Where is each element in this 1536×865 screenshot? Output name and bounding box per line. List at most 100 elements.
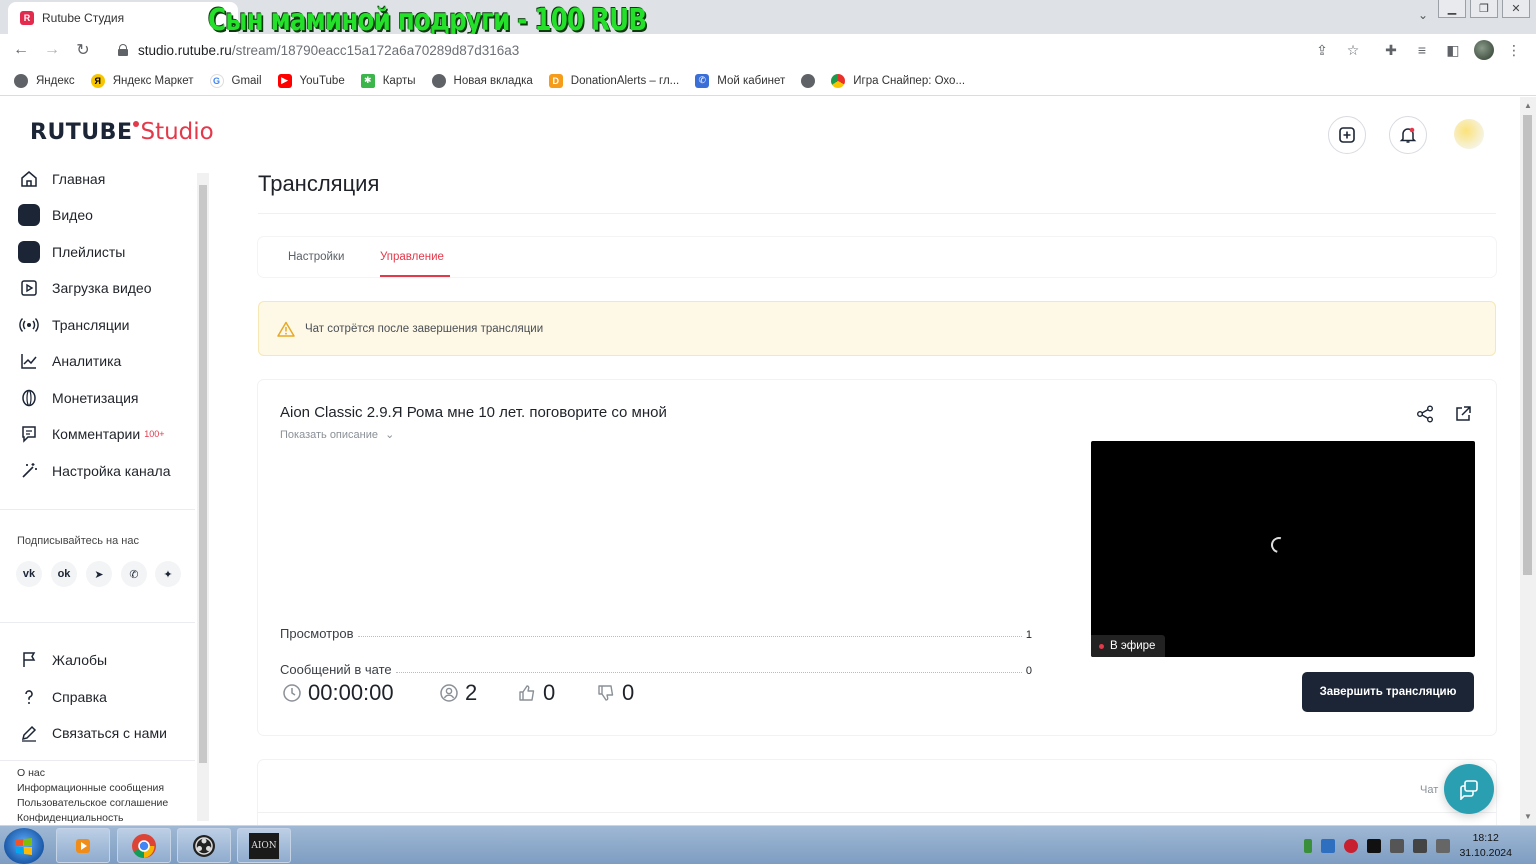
page-scrollbar[interactable]: ▲ ▼	[1520, 97, 1536, 825]
thumbs-up-icon	[519, 685, 535, 701]
bookmark-donationalerts[interactable]: D DonationAlerts – гл...	[548, 73, 679, 88]
stream-tabs: Настройки Управление	[258, 237, 1496, 277]
close-window-button[interactable]: ✕	[1502, 0, 1530, 18]
bookmark-globe[interactable]	[801, 73, 816, 88]
sidebar-item-complaints[interactable]: Жалобы	[18, 648, 107, 672]
url-host: studio.rutube.ru	[138, 42, 232, 58]
sidebar-item-channel-settings[interactable]: Настройка канала	[18, 459, 171, 483]
obs-icon	[193, 834, 215, 857]
tray-shield-icon[interactable]	[1390, 838, 1405, 853]
sidebar-item-playlists[interactable]: Плейлисты	[18, 240, 125, 264]
ok-icon[interactable]: ok	[51, 561, 77, 587]
create-button[interactable]	[1328, 116, 1366, 154]
bookmark-gmail[interactable]: G Gmail	[209, 73, 262, 88]
clock-icon	[283, 684, 301, 702]
share-page-icon[interactable]: ⇪	[1314, 42, 1330, 58]
share-icon[interactable]	[1415, 404, 1435, 424]
scroll-up-icon[interactable]: ▲	[1524, 101, 1532, 110]
bookmark-new-tab[interactable]: Новая вкладка	[431, 73, 533, 88]
sidebar-item-home[interactable]: Главная	[18, 167, 105, 191]
browser-tab[interactable]: R Rutube Студия	[8, 2, 238, 34]
bookmark-my-cabinet[interactable]: ✆ Мой кабинет	[695, 73, 785, 88]
sidebar-scrollbar[interactable]	[197, 173, 209, 821]
stream-preview-player[interactable]: В эфире	[1091, 441, 1475, 657]
open-external-icon[interactable]	[1453, 404, 1473, 424]
game-icon	[831, 73, 846, 88]
tray-network-icon[interactable]	[1321, 838, 1336, 853]
warning-icon	[277, 321, 295, 337]
viber-icon[interactable]: ✆	[121, 561, 147, 587]
page-scroll-thumb[interactable]	[1523, 115, 1532, 575]
google-icon: G	[209, 73, 224, 88]
monitor-icon[interactable]	[1436, 838, 1451, 853]
sidebar-item-analytics[interactable]: Аналитика	[18, 349, 121, 373]
taskbar-obs[interactable]	[177, 828, 231, 863]
sidebar-scroll-thumb[interactable]	[199, 185, 207, 763]
forward-icon[interactable]: →	[42, 40, 62, 60]
tray-app-icon[interactable]	[1344, 838, 1359, 853]
active-tab-indicator	[380, 275, 450, 277]
side-panel-icon[interactable]: ◧	[1445, 42, 1461, 58]
footer-link-info[interactable]: Информационные сообщения	[17, 782, 164, 794]
sidebar-item-monetization[interactable]: Монетизация	[18, 386, 139, 410]
profile-avatar[interactable]	[1474, 40, 1494, 60]
window-controls: ▁ ❐ ✕	[1438, 0, 1530, 18]
footer-link-privacy[interactable]: Конфиденциальность	[17, 812, 124, 824]
channel-avatar[interactable]	[1454, 119, 1484, 149]
bookmark-yandex-market[interactable]: Я Яндекс Маркет	[90, 73, 194, 88]
sidebar-item-streams[interactable]: Трансляции	[18, 313, 129, 337]
start-button[interactable]	[4, 828, 44, 864]
broadcast-icon	[18, 314, 40, 336]
tray-plus-icon[interactable]	[1367, 838, 1382, 853]
rutube-studio-page: RUTUBE Studio Главная Видео Плейлисты Заг…	[0, 97, 1520, 825]
bookmark-maps[interactable]: ✱ Карты	[360, 73, 416, 88]
sidebar-item-videos[interactable]: Видео	[18, 203, 93, 227]
show-description-toggle[interactable]: Показать описание ⌄	[280, 428, 394, 441]
tab-settings[interactable]: Настройки	[288, 251, 344, 263]
scroll-down-icon[interactable]: ▼	[1524, 812, 1532, 821]
telegram-icon[interactable]: ➤	[86, 561, 112, 587]
bookmark-star-icon[interactable]: ☆	[1345, 42, 1361, 58]
system-tray: 18:12 31.10.2024	[1304, 826, 1536, 865]
viewer-icon	[440, 684, 458, 702]
footer-link-terms[interactable]: Пользовательское соглашение	[17, 797, 168, 809]
donationalerts-icon: D	[548, 73, 563, 88]
sidebar-item-contact[interactable]: Связаться с нами	[18, 721, 167, 745]
magic-wand-icon	[18, 460, 40, 482]
footer-link-about[interactable]: О нас	[17, 767, 45, 779]
plus-icon[interactable]: ✦	[155, 561, 181, 587]
sidebar-item-upload[interactable]: Загрузка видео	[18, 276, 152, 300]
reload-icon[interactable]: ↻	[73, 40, 93, 60]
restore-button[interactable]: ❐	[1470, 0, 1498, 18]
live-dot-icon	[1099, 643, 1104, 649]
support-chat-button[interactable]	[1444, 764, 1494, 814]
coin-icon	[18, 387, 40, 409]
comments-icon	[18, 423, 40, 445]
tab-search-icon[interactable]: ⌄	[1418, 8, 1428, 22]
globe-icon	[431, 73, 446, 88]
minimize-button[interactable]: ▁	[1438, 0, 1466, 18]
address-bar[interactable]: studio.rutube.ru/stream/18790eacc15a172a…	[104, 37, 1372, 63]
bookmark-sniper-game[interactable]: Игра Снайпер: Охо...	[831, 73, 965, 88]
taskbar-clock[interactable]: 18:12 31.10.2024	[1459, 831, 1512, 861]
browser-tab-strip: R Rutube Студия Сын маминой подруги - 10…	[0, 0, 1536, 38]
end-stream-button[interactable]: Завершить трансляцию	[1302, 672, 1474, 712]
taskbar-media-player[interactable]	[56, 828, 110, 863]
rutube-studio-logo[interactable]: RUTUBE Studio	[30, 119, 214, 145]
tray-arrow-icon[interactable]	[1304, 838, 1313, 853]
tab-management[interactable]: Управление	[380, 251, 444, 263]
back-icon[interactable]: ←	[11, 40, 31, 60]
taskbar-aion[interactable]: AION	[237, 828, 291, 863]
bookmark-youtube[interactable]: ▶ YouTube	[277, 73, 345, 88]
sidebar-item-comments[interactable]: Комментарии 100+	[18, 422, 164, 446]
volume-icon[interactable]	[1413, 838, 1428, 853]
notifications-button[interactable]	[1389, 116, 1427, 154]
vk-icon[interactable]: vk	[16, 561, 42, 587]
bookmark-yandex[interactable]: Яндекс	[14, 73, 75, 88]
sidebar-item-help[interactable]: Справка	[18, 685, 107, 709]
chat-bubbles-icon	[1460, 780, 1478, 800]
reading-list-icon[interactable]: ≡	[1414, 42, 1430, 58]
browser-menu-icon[interactable]: ⋮	[1506, 42, 1522, 58]
taskbar-chrome[interactable]	[117, 828, 171, 863]
extensions-icon[interactable]: ✚	[1383, 42, 1399, 58]
